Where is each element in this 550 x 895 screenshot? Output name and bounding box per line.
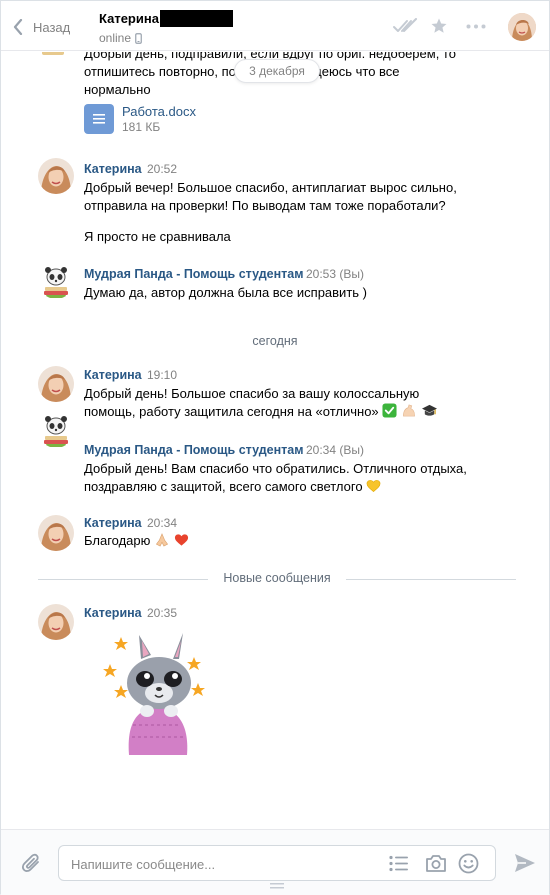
clipped-avatar <box>38 52 68 55</box>
attachment-name[interactable]: Работа.docx <box>122 104 196 119</box>
date-pill: 3 декабря <box>234 59 320 83</box>
folded-hands-emoji-icon <box>155 533 169 547</box>
peer-status: online <box>99 31 142 45</box>
avatar[interactable] <box>38 158 74 194</box>
chat-window: Назад Катерина online Добрый день, подпр… <box>0 0 550 895</box>
avatar[interactable] <box>38 412 74 448</box>
message-text-with-emoji: помощь, работу защитила сегодня на «отли… <box>84 403 438 421</box>
day-separator: сегодня <box>252 334 298 348</box>
chevron-left-icon <box>13 19 23 35</box>
status-text: online <box>99 31 132 45</box>
new-messages-label: Новые сообщения <box>223 571 331 585</box>
avatar[interactable] <box>38 263 74 299</box>
back-button[interactable]: Назад <box>13 15 70 39</box>
star-icon[interactable] <box>430 17 448 35</box>
message-text: Благодарю <box>84 533 151 548</box>
message-time[interactable]: 19:10 <box>147 368 177 382</box>
message-text: Добрый день! Вам спасибо что обратились.… <box>84 461 467 476</box>
message-input-box[interactable] <box>58 845 496 881</box>
avatar[interactable] <box>38 604 74 640</box>
message-text: Добрый вечер! Большое спасибо, антиплаги… <box>84 180 457 195</box>
message-author[interactable]: Мудрая Панда - Помощь студентам <box>84 443 303 457</box>
check-mark-emoji-icon <box>382 403 397 418</box>
back-label: Назад <box>33 19 71 35</box>
avatar[interactable] <box>38 515 74 551</box>
message-text: нормально <box>84 82 151 97</box>
message-text: помощь, работу защитила сегодня на «отли… <box>84 404 379 419</box>
resize-grip-icon[interactable] <box>270 883 284 889</box>
new-messages-separator: Новые сообщения <box>38 571 516 587</box>
double-check-icon[interactable] <box>392 18 418 34</box>
yellow-heart-emoji-icon <box>366 480 381 492</box>
message-text: Добрый день! Большое спасибо за вашу кол… <box>84 386 420 401</box>
camera-icon[interactable] <box>425 854 447 873</box>
message-input[interactable] <box>71 854 371 874</box>
message-list[interactable]: Добрый день, подправили, если вдруг по о… <box>1 52 549 829</box>
message-time[interactable]: 20:34 (Вы) <box>306 443 364 457</box>
message-text: Я просто не сравнивала <box>84 229 231 244</box>
heart-emoji-icon <box>174 534 188 546</box>
peer-name[interactable]: Катерина <box>99 11 159 26</box>
message-text-with-emoji: поздравляю с защитой, всего самого светл… <box>84 478 381 496</box>
message-text: отправила на проверки! По выводам там то… <box>84 198 446 213</box>
message-author[interactable]: Мудрая Панда - Помощь студентам <box>84 267 303 281</box>
message-time[interactable]: 20:53 (Вы) <box>306 267 364 281</box>
message-author[interactable]: Катерина <box>84 516 142 530</box>
message-author[interactable]: Катерина <box>84 162 142 176</box>
message-time[interactable]: 20:52 <box>147 162 177 176</box>
send-icon[interactable] <box>514 853 536 873</box>
message-author[interactable]: Катерина <box>84 368 142 382</box>
peer-avatar[interactable] <box>508 13 536 41</box>
message-text-with-emoji: Благодарю <box>84 532 189 550</box>
message-time[interactable]: 20:35 <box>147 606 177 620</box>
document-icon[interactable] <box>84 104 114 134</box>
message-text: Думаю да, автор должна была все исправит… <box>84 285 367 300</box>
message-author[interactable]: Катерина <box>84 606 142 620</box>
ellipsis-icon[interactable] <box>466 24 486 29</box>
message-text: поздравляю с защитой, всего самого светл… <box>84 479 363 494</box>
message-time[interactable]: 20:34 <box>147 516 177 530</box>
paperclip-icon[interactable] <box>21 851 43 875</box>
bunny-sticker[interactable] <box>101 629 211 757</box>
smile-icon[interactable] <box>458 853 479 874</box>
attachment-size: 181 КБ <box>122 120 161 134</box>
mobile-icon <box>135 32 142 44</box>
redacted-surname <box>160 10 233 27</box>
flexed-biceps-emoji-icon <box>402 404 415 417</box>
graduation-cap-emoji-icon <box>421 404 437 416</box>
chat-header: Назад Катерина online <box>1 1 549 51</box>
avatar[interactable] <box>38 366 74 402</box>
list-icon[interactable] <box>389 855 409 872</box>
